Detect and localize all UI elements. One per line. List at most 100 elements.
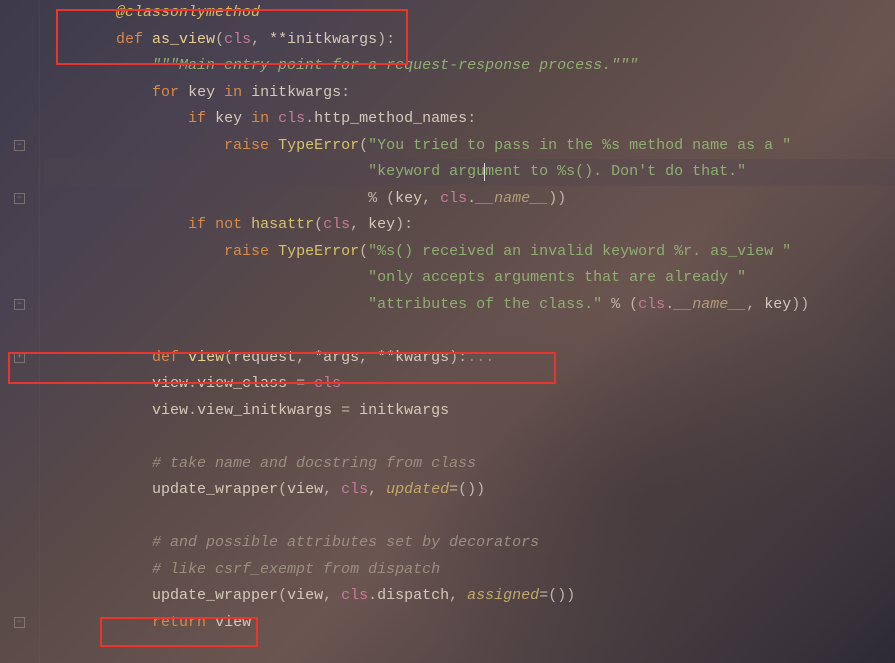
empty-tuple: =() — [539, 583, 566, 610]
code-line[interactable]: view.view_initkwargs = initkwargs — [44, 398, 895, 425]
gutter-row — [0, 265, 39, 292]
func-name-view: view — [188, 345, 224, 372]
ident-view: view — [287, 583, 323, 610]
code-line[interactable]: def as_view(cls, **initkwargs): — [44, 27, 895, 54]
code-line[interactable]: # like csrf_exempt from dispatch — [44, 557, 895, 584]
fold-minus-icon[interactable] — [14, 617, 25, 628]
comment: # and possible attributes set by decorat… — [152, 530, 539, 557]
param-args: *args — [314, 345, 359, 372]
gutter-row — [0, 530, 39, 557]
indent — [44, 451, 152, 478]
ident-cls: cls — [323, 212, 350, 239]
gutter-row — [0, 504, 39, 531]
code-line[interactable]: update_wrapper(view, cls, updated=()) — [44, 477, 895, 504]
code-line[interactable]: @classonlymethod — [44, 0, 895, 27]
kwarg-assigned: assigned — [467, 583, 539, 610]
decorator: @classonlymethod — [116, 0, 260, 27]
keyword-not: not — [215, 212, 242, 239]
indent — [44, 186, 368, 213]
empty-tuple: =() — [449, 477, 476, 504]
code-line[interactable]: # take name and docstring from class — [44, 451, 895, 478]
attr-http-method-names: http_method_names — [314, 106, 467, 133]
gutter-row — [0, 159, 39, 186]
fold-minus-icon[interactable] — [14, 140, 25, 151]
ident-initkwargs: initkwargs — [251, 80, 341, 107]
code-line[interactable]: "only accepts arguments that are already… — [44, 265, 895, 292]
fold-minus-icon[interactable] — [14, 193, 25, 204]
code-line[interactable]: if key in cls.http_method_names: — [44, 106, 895, 133]
ident-key: key — [764, 292, 791, 319]
gutter-row — [0, 239, 39, 266]
code-line[interactable]: if not hasattr(cls, key): — [44, 212, 895, 239]
gutter-row — [0, 583, 39, 610]
operator-percent: % — [368, 186, 377, 213]
indent — [44, 583, 152, 610]
code-line[interactable]: % (key, cls.__name__)) — [44, 186, 895, 213]
gutter-row — [0, 53, 39, 80]
gutter-row[interactable] — [0, 345, 39, 372]
code-line[interactable]: view.view_class = cls — [44, 371, 895, 398]
operator-percent: % — [611, 292, 620, 319]
gutter-row — [0, 212, 39, 239]
indent — [44, 27, 116, 54]
ident-cls: cls — [638, 292, 665, 319]
ident-cls: cls — [314, 371, 341, 398]
builtin-typeerror: TypeError — [278, 239, 359, 266]
code-line[interactable]: update_wrapper(view, cls.dispatch, assig… — [44, 583, 895, 610]
fold-plus-icon[interactable] — [14, 352, 25, 363]
indent — [44, 106, 188, 133]
string-literal: ment to %s(). Don't do that." — [485, 159, 746, 186]
attr-dispatch: dispatch — [377, 583, 449, 610]
gutter-row[interactable] — [0, 186, 39, 213]
gutter — [0, 0, 40, 663]
string-literal: "%s() received an invalid keyword %r. as… — [368, 239, 791, 266]
gutter-row — [0, 80, 39, 107]
code-line[interactable] — [44, 504, 895, 531]
indent — [44, 345, 152, 372]
indent — [44, 371, 152, 398]
indent — [44, 212, 188, 239]
gutter-row — [0, 398, 39, 425]
code-line[interactable] — [44, 424, 895, 451]
code-line[interactable] — [44, 318, 895, 345]
code-line[interactable]: raise TypeError("You tried to pass in th… — [44, 133, 895, 160]
indent — [44, 0, 116, 27]
ident-key: key — [188, 80, 215, 107]
code-line-active[interactable]: "keyword argument to %s(). Don't do that… — [44, 159, 895, 186]
attr-view-class: view_class — [197, 371, 287, 398]
kwarg-updated: updated — [386, 477, 449, 504]
keyword-in: in — [224, 80, 242, 107]
code-line[interactable]: for key in initkwargs: — [44, 80, 895, 107]
indent — [44, 530, 152, 557]
keyword-for: for — [152, 80, 179, 107]
keyword-def: def — [152, 345, 179, 372]
ident-cls: cls — [440, 186, 467, 213]
code-line[interactable]: """Main entry point for a request-respon… — [44, 53, 895, 80]
folded-ellipsis[interactable]: ... — [467, 345, 494, 372]
indent — [44, 292, 368, 319]
code-line[interactable]: "attributes of the class." % (cls.__name… — [44, 292, 895, 319]
indent — [44, 159, 368, 186]
gutter-row[interactable] — [0, 610, 39, 637]
string-literal: "keyword argu — [368, 159, 485, 186]
fold-minus-icon[interactable] — [14, 299, 25, 310]
code-line[interactable]: def view(request, *args, **kwargs):... — [44, 345, 895, 372]
code-line[interactable]: # and possible attributes set by decorat… — [44, 530, 895, 557]
gutter-row[interactable] — [0, 292, 39, 319]
code-area[interactable]: @classonlymethod def as_view(cls, **init… — [40, 0, 895, 663]
gutter-row[interactable] — [0, 133, 39, 160]
param-kwargs: **kwargs — [377, 345, 449, 372]
code-line[interactable]: raise TypeError("%s() received an invali… — [44, 239, 895, 266]
gutter-row — [0, 318, 39, 345]
ident-view: view — [215, 610, 251, 637]
builtin-hasattr: hasattr — [251, 212, 314, 239]
code-editor: @classonlymethod def as_view(cls, **init… — [0, 0, 895, 663]
keyword-def: def — [116, 27, 143, 54]
ident-cls: cls — [341, 477, 368, 504]
attr-view-initkwargs: view_initkwargs — [197, 398, 332, 425]
ident-cls: cls — [278, 106, 305, 133]
code-line[interactable]: return view — [44, 610, 895, 637]
indent — [44, 610, 152, 637]
param-cls: cls — [224, 27, 251, 54]
param-request: request — [233, 345, 296, 372]
